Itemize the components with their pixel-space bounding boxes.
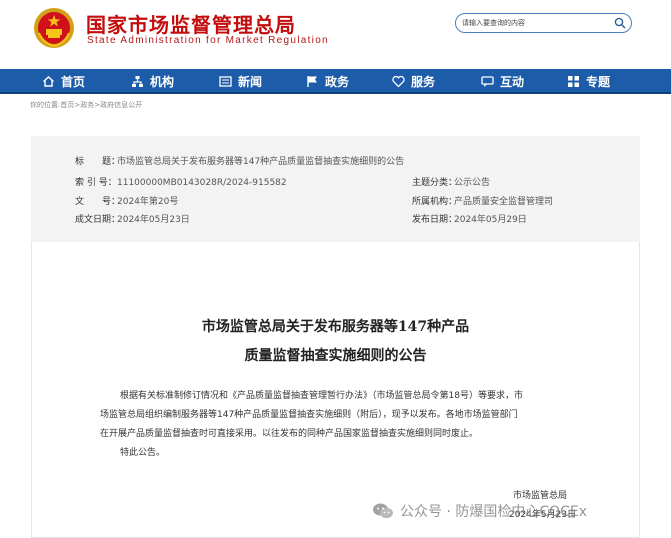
wechat-watermark: 公众号 · 防爆国检中心CQCEx	[372, 499, 587, 523]
site-title-cn[interactable]: 国家市场监督管理总局	[86, 9, 296, 38]
news-icon	[219, 76, 232, 87]
main-nav: 首页 机构 新闻 政务 服务 互动 专题	[0, 69, 671, 94]
article-title-line-1: 市场监管总局关于发布服务器等147种产品	[201, 319, 470, 335]
heart-icon	[392, 75, 405, 88]
grid-icon	[568, 76, 579, 87]
national-emblem-icon[interactable]	[33, 7, 75, 49]
info-published-value: 2024年05月29日	[454, 215, 527, 225]
nav-item-label: 首页	[61, 75, 86, 89]
paragraph-line: 场监管总局组织编制服务器等147种产品质量监督抽查实施细则（附后），现予以发布。…	[100, 410, 518, 420]
nav-item-home[interactable]: 首页	[42, 69, 85, 94]
nav-item-label: 政务	[325, 75, 350, 89]
breadcrumb: 你的位置:首页 > 政务 > 政府信息公开	[30, 100, 142, 110]
paragraph-line: 根据有关标准制修订情况和《产品质量监督抽查管理暂行办法》（市场监管总局令第18号…	[120, 391, 523, 401]
search-box	[455, 13, 632, 33]
paragraph-line: 在开展产品质量监督抽查时可直接采用。以往发布的同种产品国家监督抽查实施细则同时废…	[100, 429, 479, 439]
home-icon	[43, 76, 54, 87]
site-header: 国家市场监督管理总局 State Administration for Mark…	[0, 0, 671, 68]
breadcrumb-prefix: 你的位置:	[30, 101, 61, 109]
site-title-en: State Administration for Market Regulati…	[87, 35, 329, 46]
nav-item-label: 机构	[150, 75, 175, 89]
info-doc-label: 文 号：	[75, 197, 121, 207]
info-published-row: 发布日期：2024年05月29日	[412, 212, 527, 225]
search-input[interactable]	[462, 16, 610, 30]
info-category-row: 主题分类：公示公告	[412, 175, 490, 188]
nav-item-org[interactable]: 机构	[131, 69, 174, 94]
nav-item-label: 服务	[411, 75, 436, 89]
breadcrumb-item-home[interactable]: 首页	[60, 100, 74, 110]
info-published-label: 发布日期：	[412, 215, 458, 225]
document-info-panel	[31, 136, 640, 242]
nav-item-news[interactable]: 新闻	[219, 69, 262, 94]
nav-item-label: 专题	[586, 75, 611, 89]
info-created-label: 成文日期：	[75, 215, 121, 225]
article-paragraph: 根据有关标准制修订情况和《产品质量监督抽查管理暂行办法》（市场监管总局令第18号…	[100, 387, 580, 463]
article-title-line-2: 质量监督抽查实施细则的公告	[244, 348, 427, 364]
nav-item-label: 新闻	[238, 75, 263, 89]
info-org-row: 所属机构：产品质量安全监督管理司	[412, 194, 553, 207]
breadcrumb-item-disclosure[interactable]: 政府信息公开	[100, 100, 142, 110]
nav-item-interact[interactable]: 互动	[481, 69, 524, 94]
wechat-icon	[373, 503, 393, 519]
info-index-row: 索 引 号：11100000MB0143028R/2024-915582	[75, 175, 287, 188]
info-index-value: 11100000MB0143028R/2024-915582	[117, 178, 287, 188]
info-org-label: 所属机构：	[412, 197, 458, 207]
info-index-label: 索 引 号：	[75, 178, 117, 188]
info-created-row: 成文日期：2024年05月23日	[75, 212, 190, 225]
breadcrumb-item-affairs[interactable]: 政务	[80, 100, 94, 110]
info-doc-row: 文 号：2024年第20号	[75, 194, 178, 207]
closing-text: 特此公告。	[120, 448, 166, 458]
info-org-value: 产品质量安全监督管理司	[454, 197, 554, 207]
flag-icon	[307, 76, 317, 87]
nav-item-affairs[interactable]: 政务	[306, 69, 349, 94]
watermark-text: 公众号 · 防爆国检中心CQCEx	[400, 504, 588, 520]
info-title-row: 标 题：市场监管总局关于发布服务器等147种产品质量监督抽查实施细则的公告	[75, 154, 404, 167]
nav-item-topics[interactable]: 专题	[567, 69, 610, 94]
info-category-value: 公示公告	[454, 178, 491, 188]
info-created-value: 2024年05月23日	[117, 215, 190, 225]
org-icon	[132, 76, 143, 87]
info-doc-value: 2024年第20号	[117, 197, 179, 207]
info-title-value: 市场监管总局关于发布服务器等147种产品质量监督抽查实施细则的公告	[117, 157, 405, 167]
nav-item-service[interactable]: 服务	[392, 69, 435, 94]
search-icon[interactable]	[614, 17, 626, 29]
info-title-label: 标 题：	[75, 157, 121, 167]
chat-icon	[481, 76, 494, 87]
info-category-label: 主题分类：	[412, 178, 458, 188]
nav-item-label: 互动	[500, 75, 525, 89]
